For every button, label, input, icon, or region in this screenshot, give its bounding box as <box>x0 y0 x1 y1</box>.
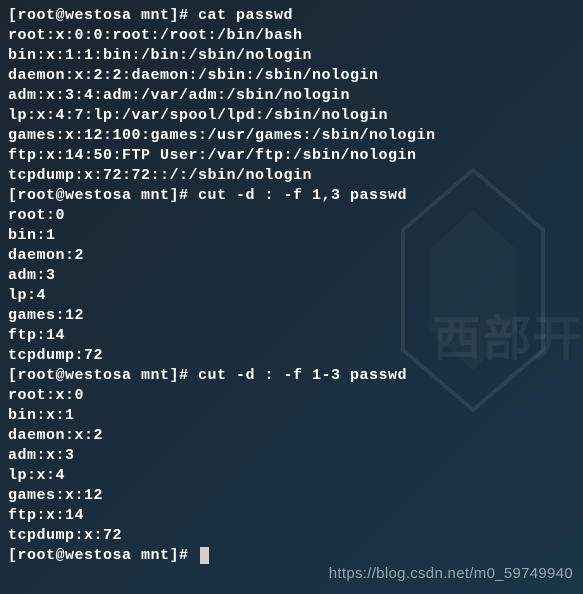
terminal-line: [root@westosa mnt]# cut -d : -f 1-3 pass… <box>8 366 575 386</box>
terminal-line: root:x:0:0:root:/root:/bin/bash <box>8 26 575 46</box>
terminal-line: tcpdump:x:72 <box>8 526 575 546</box>
terminal-line: [root@westosa mnt]# cat passwd <box>8 6 575 26</box>
cursor-icon <box>200 547 209 564</box>
terminal-line: lp:x:4 <box>8 466 575 486</box>
terminal-line: daemon:x:2 <box>8 426 575 446</box>
terminal-line: ftp:x:14 <box>8 506 575 526</box>
terminal-line: adm:x:3:4:adm:/var/adm:/sbin/nologin <box>8 86 575 106</box>
terminal-line: bin:x:1 <box>8 406 575 426</box>
terminal-line: root:0 <box>8 206 575 226</box>
terminal-line: bin:1 <box>8 226 575 246</box>
terminal-line: games:x:12 <box>8 486 575 506</box>
terminal-output[interactable]: [root@westosa mnt]# cat passwd root:x:0:… <box>0 6 583 566</box>
terminal-line: games:12 <box>8 306 575 326</box>
watermark-url: https://blog.csdn.net/m0_59749940 <box>329 564 573 584</box>
terminal-line: daemon:x:2:2:daemon:/sbin:/sbin/nologin <box>8 66 575 86</box>
terminal-prompt: [root@westosa mnt]# <box>8 547 198 564</box>
terminal-line: lp:x:4:7:lp:/var/spool/lpd:/sbin/nologin <box>8 106 575 126</box>
terminal-line: root:x:0 <box>8 386 575 406</box>
terminal-line: daemon:2 <box>8 246 575 266</box>
terminal-line: tcpdump:x:72:72::/:/sbin/nologin <box>8 166 575 186</box>
terminal-line: adm:3 <box>8 266 575 286</box>
terminal-line: lp:4 <box>8 286 575 306</box>
terminal-line: ftp:x:14:50:FTP User:/var/ftp:/sbin/nolo… <box>8 146 575 166</box>
terminal-line: [root@westosa mnt]# cut -d : -f 1,3 pass… <box>8 186 575 206</box>
terminal-line: tcpdump:72 <box>8 346 575 366</box>
terminal-line: games:x:12:100:games:/usr/games:/sbin/no… <box>8 126 575 146</box>
terminal-line: bin:x:1:1:bin:/bin:/sbin/nologin <box>8 46 575 66</box>
terminal-line: adm:x:3 <box>8 446 575 466</box>
terminal-line: ftp:14 <box>8 326 575 346</box>
terminal-prompt-line: [root@westosa mnt]# <box>8 546 575 566</box>
